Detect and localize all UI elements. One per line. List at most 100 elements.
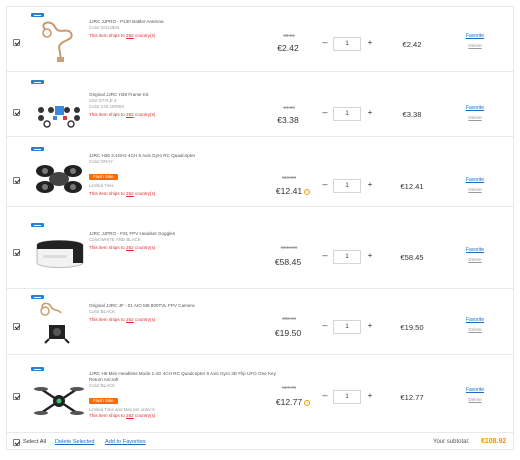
item-subtotal: €19.50 <box>400 323 424 332</box>
item-info: JJRC JJPRO - P130 Battler Antenna Color:… <box>89 19 279 39</box>
product-image-mini-quad[interactable] <box>31 367 87 423</box>
product-image-quadcopter[interactable] <box>31 147 87 203</box>
info-icon[interactable]: i <box>304 189 311 195</box>
quantity-decrease-button[interactable]: – <box>321 320 329 330</box>
item-subtotal: €12.77 <box>400 393 424 402</box>
mini-quad-icon <box>34 387 84 415</box>
quantity-increase-button[interactable]: + <box>365 108 375 117</box>
quantity-decrease-button[interactable]: – <box>321 179 329 189</box>
item-info: JJRC H8 Mini Headless Mode 2.4G 4CH RC Q… <box>89 371 289 419</box>
select-all-checkbox[interactable] <box>13 439 20 446</box>
cart-row: Original JJRC JF - 01 AIO M8 800TVL FPV … <box>7 289 513 355</box>
quantity-decrease-button[interactable]: – <box>321 390 329 400</box>
item-attr: Color:COLORMIX <box>89 104 125 109</box>
quantity-input[interactable]: 1 <box>333 37 361 51</box>
favorite-link[interactable]: Favorite <box>455 247 495 253</box>
original-price: €32.15 <box>281 316 297 321</box>
favorite-link[interactable]: Favorite <box>455 105 495 111</box>
goggles-icon <box>36 240 84 268</box>
subtotal-value: €108.92 <box>481 438 507 445</box>
quantity-increase-button[interactable]: + <box>365 391 375 400</box>
flash-sale-badge: Flash Sale <box>89 174 118 180</box>
delete-link[interactable]: Delete <box>455 187 495 192</box>
camera-icon <box>40 302 70 344</box>
flash-sale-badge: Flash Sale <box>89 398 118 404</box>
quantity-increase-button[interactable]: + <box>365 180 375 189</box>
unit-price: €2.42 <box>277 43 299 53</box>
favorite-link[interactable]: Favorite <box>455 317 495 323</box>
item-subtotal: €58.45 <box>400 253 424 262</box>
quantity-decrease-button[interactable]: – <box>321 37 329 47</box>
quantity-input[interactable]: 1 <box>333 179 361 193</box>
quantity-input[interactable]: 1 <box>333 390 361 404</box>
item-attr: Color:BLACK <box>89 383 116 388</box>
select-all-label[interactable]: Select All <box>23 439 46 445</box>
ships-count-link[interactable]: 262 <box>126 245 134 250</box>
quantity-increase-button[interactable]: + <box>365 251 375 260</box>
ships-count-link[interactable]: 262 <box>126 191 134 196</box>
item-checkbox[interactable] <box>13 393 20 400</box>
quantity-decrease-button[interactable]: – <box>321 250 329 260</box>
brand-logo <box>31 147 44 151</box>
delete-link[interactable]: Delete <box>455 257 495 262</box>
quadcopter-icon <box>36 165 82 193</box>
quantity-input[interactable]: 1 <box>333 107 361 121</box>
delete-link[interactable]: Delete <box>455 327 495 332</box>
item-info: JJRC JJPRO - F01 FPV Headset Goggles Col… <box>89 231 279 251</box>
product-image-goggles[interactable] <box>31 223 87 279</box>
item-attr: Color:GRAY <box>89 159 113 164</box>
cart-row: JJRC JJPRO - P130 Battler Antenna Color:… <box>7 7 513 72</box>
ships-count-link[interactable]: 262 <box>126 112 134 117</box>
favorite-link[interactable]: Favorite <box>455 177 495 183</box>
delete-link[interactable]: Delete <box>455 397 495 402</box>
add-to-favorites-link[interactable]: Add to Favorites <box>105 439 146 445</box>
ships-to-notice: This item ships to 262 country(s) <box>89 112 156 117</box>
quantity-increase-button[interactable]: + <box>365 38 375 47</box>
item-subtotal: €2.42 <box>402 40 422 49</box>
cart-list: JJRC JJPRO - P130 Battler Antenna Color:… <box>6 6 514 450</box>
original-price: €4.68 <box>283 105 295 110</box>
favorite-link[interactable]: Favorite <box>455 33 495 39</box>
unit-price: €3.38 <box>277 115 299 125</box>
ships-count-link[interactable]: 262 <box>126 33 134 38</box>
quantity-increase-button[interactable]: + <box>365 321 375 330</box>
item-info: JJRC H36 2.4GHz 4CH 6 Axis Gyro RC Quadc… <box>89 153 279 197</box>
ships-to-notice: This item ships to 262 country(s) <box>89 317 156 322</box>
ships-count-link[interactable]: 262 <box>126 413 134 418</box>
quantity-decrease-button[interactable]: – <box>321 107 329 117</box>
cart-row: JJRC H36 2.4GHz 4CH 6 Axis Gyro RC Quadc… <box>7 137 513 207</box>
quantity-input[interactable]: 1 <box>333 250 361 264</box>
delete-link[interactable]: Delete <box>455 43 495 48</box>
favorite-link[interactable]: Favorite <box>455 387 495 393</box>
item-checkbox[interactable] <box>13 177 20 184</box>
quantity-input[interactable]: 1 <box>333 320 361 334</box>
ships-count-link[interactable]: 262 <box>126 317 134 322</box>
original-price: €17.78 <box>281 385 297 390</box>
ships-to-notice: This item ships to 262 country(s) <box>89 191 156 196</box>
item-subtotal: €3.38 <box>402 110 422 119</box>
item-checkbox[interactable] <box>13 109 20 116</box>
cart-row: JJRC H8 Mini Headless Mode 2.4G 4CH RC Q… <box>7 355 513 433</box>
original-price: €18.08 <box>281 175 297 180</box>
unit-price: €12.41 i <box>265 186 321 196</box>
original-price: €144.86 <box>280 245 298 250</box>
frame-kit-icon <box>38 106 80 128</box>
delete-selected-link[interactable]: Delete Selected <box>55 439 95 445</box>
item-info: Original JJRC H36 Frame Kit Size:STYLE 3… <box>89 92 279 118</box>
item-checkbox[interactable] <box>13 323 20 330</box>
item-checkbox[interactable] <box>13 39 20 46</box>
item-subtotal: €12.41 <box>400 182 424 191</box>
product-image-frame-kit[interactable] <box>31 80 87 136</box>
item-attr: Color:WHITE AND BLACK <box>89 237 141 242</box>
cart-footer: Select All Delete Selected Add to Favori… <box>7 435 513 451</box>
unit-price: €12.77 i <box>265 397 321 407</box>
item-checkbox[interactable] <box>13 249 20 256</box>
ships-to-notice: This item ships to 262 country(s) <box>89 33 156 38</box>
delete-link[interactable]: Delete <box>455 115 495 120</box>
antenna-icon <box>42 21 73 62</box>
info-icon[interactable]: i <box>304 400 311 406</box>
product-image-antenna[interactable] <box>31 13 87 69</box>
product-image-camera[interactable] <box>31 295 87 351</box>
brand-logo <box>31 80 44 84</box>
item-title[interactable]: JJRC H8 Mini Headless Mode 2.4G 4CH RC Q… <box>89 371 289 383</box>
